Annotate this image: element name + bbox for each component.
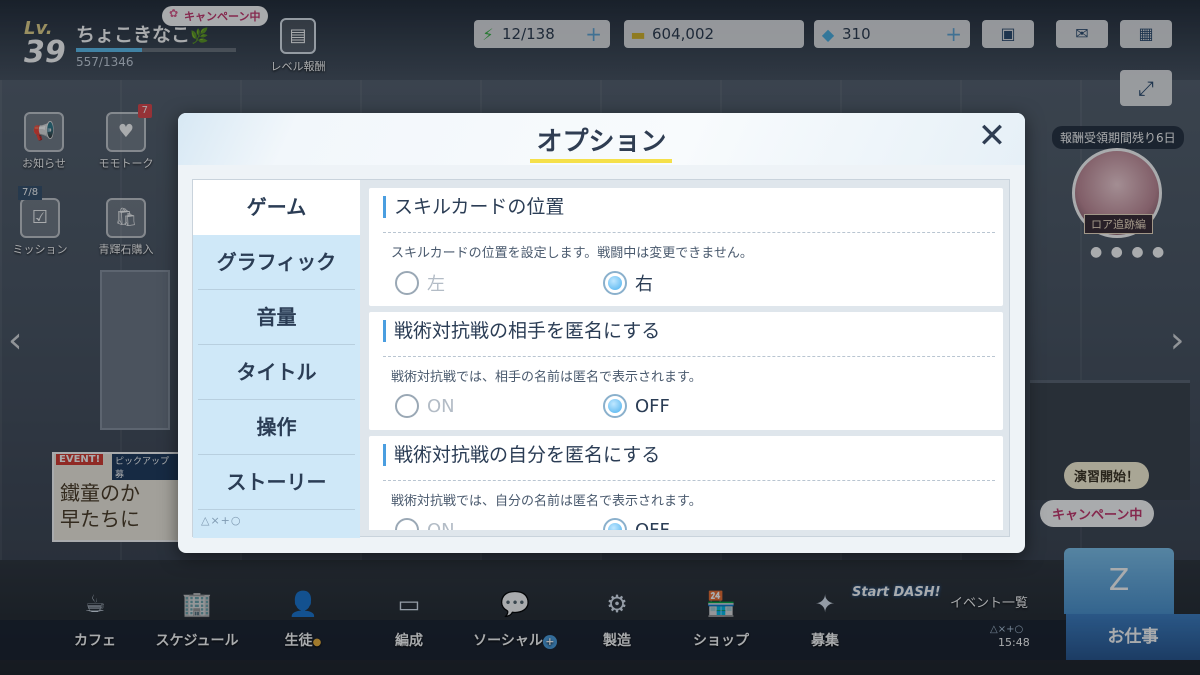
option-on[interactable]: ON xyxy=(395,518,455,530)
divider xyxy=(383,480,995,481)
dialog-header: オプション ✕ xyxy=(178,113,1025,165)
close-button[interactable]: ✕ xyxy=(974,119,1010,155)
radio-selected-icon xyxy=(603,518,627,530)
options-tabs: ゲーム グラフィック 音量 タイトル 操作 ストーリー △×+○ xyxy=(193,180,360,538)
tab-volume[interactable]: 音量 xyxy=(198,290,355,345)
option-off[interactable]: OFF xyxy=(603,394,670,418)
setting-anonymize-self: 戦術対抗戦の自分を匿名にする 戦術対抗戦では、自分の名前は匿名で表示されます。 … xyxy=(369,436,1003,530)
tab-symbols: △×+○ xyxy=(201,514,242,527)
tab-controls[interactable]: 操作 xyxy=(198,400,355,455)
option-label: 左 xyxy=(427,274,445,295)
settings-list[interactable]: スキルカードの位置 スキルカードの位置を設定します。戦闘中は変更できません。 左… xyxy=(369,188,1003,530)
radio-unselected-icon xyxy=(395,518,419,530)
tab-title[interactable]: タイトル xyxy=(198,345,355,400)
tab-game[interactable]: ゲーム xyxy=(193,180,360,235)
option-on[interactable]: ON xyxy=(395,394,455,418)
option-label: ON xyxy=(427,395,455,417)
option-off[interactable]: OFF xyxy=(603,518,670,530)
option-left[interactable]: 左 xyxy=(395,270,445,296)
radio-unselected-icon xyxy=(395,271,419,295)
setting-skill-card-position: スキルカードの位置 スキルカードの位置を設定します。戦闘中は変更できません。 左… xyxy=(369,188,1003,306)
radio-unselected-icon xyxy=(395,394,419,418)
radio-selected-icon xyxy=(603,394,627,418)
divider xyxy=(383,232,995,233)
option-label: 右 xyxy=(635,274,653,295)
setting-description: 戦術対抗戦では、自分の名前は匿名で表示されます。 xyxy=(391,494,702,509)
dialog-title: オプション xyxy=(536,127,667,157)
dialog-body: ゲーム グラフィック 音量 タイトル 操作 ストーリー △×+○ スキルカードの… xyxy=(192,179,1010,538)
option-label: OFF xyxy=(635,519,670,531)
title-underline xyxy=(530,159,672,163)
option-label: ON xyxy=(427,519,455,531)
setting-description: 戦術対抗戦では、相手の名前は匿名で表示されます。 xyxy=(391,370,702,385)
tab-graphics[interactable]: グラフィック xyxy=(198,235,355,290)
setting-title: 戦術対抗戦の相手を匿名にする xyxy=(383,320,660,342)
close-icon: ✕ xyxy=(977,116,1007,156)
setting-description: スキルカードの位置を設定します。戦闘中は変更できません。 xyxy=(391,246,753,261)
radio-selected-icon xyxy=(603,271,627,295)
option-label: OFF xyxy=(635,395,670,417)
setting-anonymize-opponent: 戦術対抗戦の相手を匿名にする 戦術対抗戦では、相手の名前は匿名で表示されます。 … xyxy=(369,312,1003,430)
divider xyxy=(383,356,995,357)
option-right[interactable]: 右 xyxy=(603,270,653,296)
setting-title: 戦術対抗戦の自分を匿名にする xyxy=(383,444,660,466)
options-dialog: オプション ✕ ゲーム グラフィック 音量 タイトル 操作 ストーリー △×+○… xyxy=(178,113,1025,553)
tab-story[interactable]: ストーリー xyxy=(198,455,355,510)
setting-title: スキルカードの位置 xyxy=(383,196,564,218)
